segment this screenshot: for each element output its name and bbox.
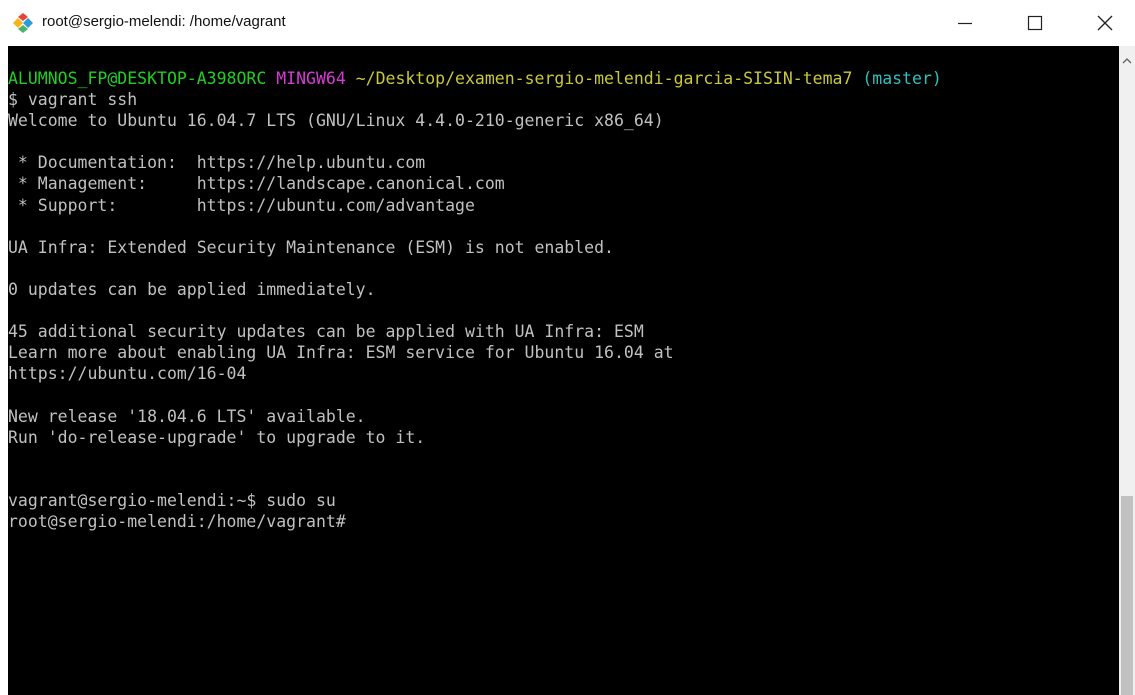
close-button[interactable] <box>1080 0 1130 46</box>
close-icon <box>1097 15 1113 31</box>
maximize-icon <box>1027 15 1043 31</box>
title-bar[interactable]: root@sergio-melendi: /home/vagrant <box>0 0 1135 46</box>
terminal-line: * Management: https://landscape.canonica… <box>8 174 505 194</box>
git-bash-icon <box>12 12 34 34</box>
terminal-line: * Support: https://ubuntu.com/advantage <box>8 195 475 215</box>
terminal-line: 45 additional security updates can be ap… <box>8 322 644 342</box>
prompt-branch: (master) <box>862 69 942 88</box>
terminal-line: UA Infra: Extended Security Maintenance … <box>8 237 614 257</box>
terminal-line: vagrant@sergio-melendi:~$ sudo su <box>8 490 336 510</box>
terminal-line: New release '18.04.6 LTS' available. <box>8 406 366 426</box>
prompt-path: ~/Desktop/examen-sergio-melendi-garcia-S… <box>355 69 853 88</box>
terminal-output[interactable]: ALUMNOS_FP@DESKTOP-A398ORC MINGW64 ~/Des… <box>8 46 1119 695</box>
maximize-button[interactable] <box>1010 0 1060 46</box>
terminal-line: * Documentation: https://help.ubuntu.com <box>8 153 426 173</box>
terminal-line: https://ubuntu.com/16-04 <box>8 364 247 384</box>
prompt-env: MINGW64 <box>276 69 346 88</box>
terminal-line: 0 updates can be applied immediately. <box>8 279 376 299</box>
terminal-line: Welcome to Ubuntu 16.04.7 LTS (GNU/Linux… <box>8 111 664 131</box>
terminal-line: Run 'do-release-upgrade' to upgrade to i… <box>8 427 426 447</box>
minimize-icon <box>958 22 972 25</box>
terminal-line: Learn more about enabling UA Infra: ESM … <box>8 343 674 363</box>
prompt-user-host: ALUMNOS_FP@DESKTOP-A398ORC <box>8 69 267 88</box>
terminal-line: root@sergio-melendi:/home/vagrant# <box>8 511 346 531</box>
scroll-up-icon[interactable] <box>1121 52 1133 64</box>
minimize-button[interactable] <box>940 0 990 46</box>
vertical-scrollbar[interactable] <box>1119 46 1135 695</box>
terminal-line: $ vagrant ssh <box>8 90 138 110</box>
window-title: root@sergio-melendi: /home/vagrant <box>42 13 286 30</box>
scrollbar-thumb[interactable] <box>1121 496 1133 695</box>
terminal-lines: ALUMNOS_FP@DESKTOP-A398ORC MINGW64 ~/Des… <box>8 68 942 532</box>
prompt-header-line: ALUMNOS_FP@DESKTOP-A398ORC MINGW64 ~/Des… <box>8 68 942 89</box>
